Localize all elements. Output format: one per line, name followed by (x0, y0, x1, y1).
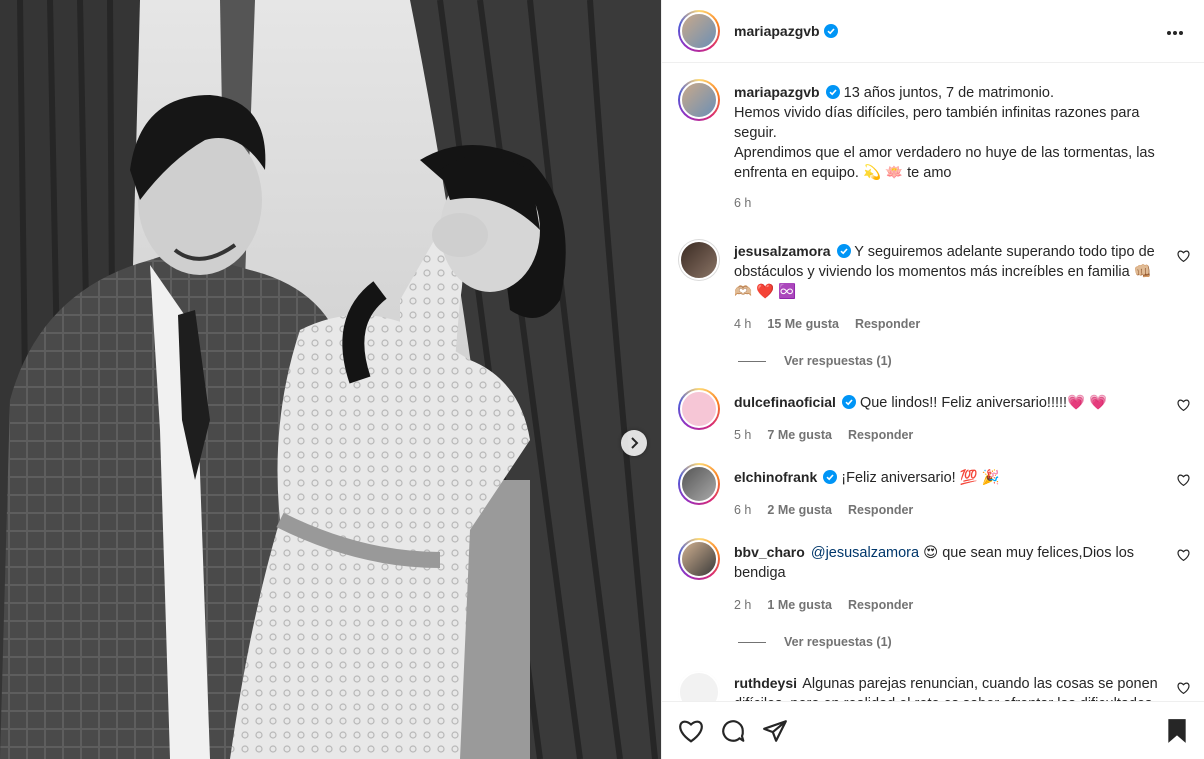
like-comment-button[interactable] (1177, 548, 1190, 564)
comment-username[interactable]: dulcefinaoficial (734, 394, 836, 410)
author-avatar[interactable] (678, 10, 720, 52)
save-button[interactable] (1166, 718, 1188, 744)
comment-time: 2 h (734, 598, 752, 612)
verified-badge-icon (836, 244, 851, 258)
heart-icon (1177, 474, 1190, 487)
comment-likes[interactable]: 7 Me gusta (767, 425, 832, 445)
comments-list[interactable]: mariapazgvb 13 años juntos, 7 de matrimo… (662, 63, 1204, 701)
comment-avatar[interactable] (678, 239, 720, 281)
comment-avatar[interactable] (678, 538, 720, 580)
carousel-next-button[interactable] (621, 430, 647, 456)
comment-username[interactable]: elchinofrank (734, 469, 817, 485)
caption-line: 13 años juntos, 7 de matrimonio. (843, 85, 1054, 101)
heart-icon (1177, 250, 1190, 263)
wedding-photo-image (0, 0, 661, 759)
caption: mariapazgvb 13 años juntos, 7 de matrimo… (678, 79, 1188, 213)
reply-button[interactable]: Responder (855, 314, 920, 334)
heart-icon (1177, 399, 1190, 412)
chevron-right-icon (631, 437, 639, 449)
reply-button[interactable]: Responder (848, 425, 913, 445)
like-button[interactable] (678, 719, 704, 743)
heart-icon (679, 720, 703, 743)
comment-likes[interactable]: 2 Me gusta (767, 500, 832, 520)
share-button[interactable] (762, 718, 788, 744)
verified-badge-icon (825, 85, 840, 99)
comment-text: Que lindos!! Feliz aniversario!!!!!💗 💗 (859, 395, 1108, 411)
caption-time: 6 h (734, 196, 752, 210)
comment-time: 5 h (734, 428, 752, 442)
comment-avatar[interactable] (678, 671, 720, 701)
verified-badge-icon (841, 395, 856, 409)
comment-button[interactable] (720, 718, 746, 744)
comment-item: bbv_charo @jesusalzamora 😍 que sean muy … (678, 538, 1190, 615)
comment-username[interactable]: bbv_charo (734, 544, 805, 560)
comment-avatar[interactable] (678, 463, 720, 505)
more-options-icon (1167, 31, 1183, 35)
caption-username[interactable]: mariapazgvb (734, 84, 820, 100)
comment-item: elchinofrank ¡Feliz aniversario! 💯 🎉 6 h… (678, 463, 1190, 520)
author-username[interactable]: mariapazgvb (734, 23, 820, 39)
like-comment-button[interactable] (1177, 249, 1190, 265)
comment-text: Algunas parejas renuncian, cuando las co… (734, 676, 1158, 701)
comment-item: ruthdeysi Algunas parejas renuncian, cua… (678, 671, 1190, 701)
comment-mention-link[interactable]: @jesusalzamora (811, 545, 919, 561)
like-comment-button[interactable] (1177, 681, 1190, 697)
like-comment-button[interactable] (1177, 473, 1190, 489)
author-avatar[interactable] (678, 79, 720, 121)
comment-likes[interactable]: 1 Me gusta (767, 595, 832, 615)
comment-text: ¡Feliz aniversario! 💯 🎉 (841, 470, 1000, 486)
like-comment-button[interactable] (1177, 398, 1190, 414)
comment-likes[interactable]: 15 Me gusta (767, 314, 839, 334)
reply-button[interactable]: Responder (848, 500, 913, 520)
comment-time: 6 h (734, 503, 752, 517)
reply-button[interactable]: Responder (848, 595, 913, 615)
post-actions-bar (662, 701, 1204, 759)
view-replies-label: Ver respuestas (1) (784, 354, 892, 368)
caption-line: Hemos vivido días difíciles, pero tambié… (734, 105, 1140, 141)
heart-icon (1177, 549, 1190, 562)
heart-icon (1177, 682, 1190, 695)
verified-badge-icon (823, 470, 838, 484)
post-header: mariapazgvb (662, 0, 1204, 63)
caption-line: Aprendimos que el amor verdadero no huye… (734, 145, 1155, 181)
view-replies-button[interactable]: Ver respuestas (1) (738, 354, 1188, 368)
comment-item: dulcefinaoficial Que lindos!! Feliz aniv… (678, 388, 1190, 445)
view-replies-label: Ver respuestas (1) (784, 635, 892, 649)
post-side-panel: mariapazgvb mariapazgvb 13 años juntos, … (661, 0, 1204, 759)
verified-badge-icon (823, 24, 838, 38)
comment-icon (722, 719, 745, 742)
comment-username[interactable]: jesusalzamora (734, 243, 831, 259)
view-replies-button[interactable]: Ver respuestas (1) (738, 635, 1188, 649)
post-photo (0, 0, 661, 759)
comment-time: 4 h (734, 317, 752, 331)
more-options-button[interactable] (1162, 19, 1188, 43)
comment-avatar[interactable] (678, 388, 720, 430)
share-icon (763, 719, 787, 742)
comment-username[interactable]: ruthdeysi (734, 675, 797, 691)
comment-item: jesusalzamora Y seguiremos adelante supe… (678, 239, 1190, 334)
bookmark-icon (1168, 718, 1186, 743)
